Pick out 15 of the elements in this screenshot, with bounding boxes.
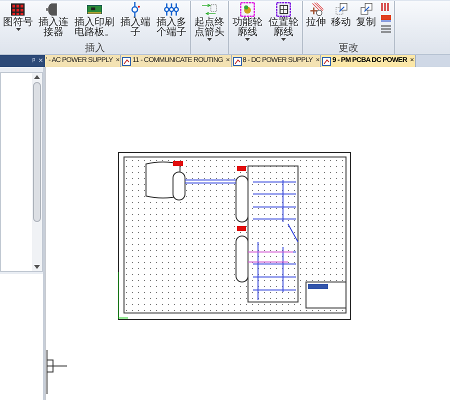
pin-button[interactable]: ᵖ [32, 57, 36, 65]
ribbon-button[interactable]: 插入连接器 [37, 2, 70, 38]
ribbon-button[interactable]: 起点终点箭头 [193, 2, 226, 41]
ribbon-button[interactable]: 功能轮廓线 [231, 2, 264, 41]
ribbon-button[interactable]: 移动 [330, 2, 352, 28]
ribbon-button[interactable]: 位置轮廓线 [267, 2, 300, 41]
close-button[interactable]: × [38, 57, 43, 65]
ribbon-button[interactable]: 拉伸 [305, 2, 327, 28]
ribbon-button[interactable]: 图符号 [2, 2, 34, 31]
ribbon-button[interactable]: 复制 [355, 2, 377, 28]
group-label: 更改 [338, 44, 358, 54]
group-label: 插入 [85, 44, 105, 54]
ribbon-button[interactable]: 插入多个端子 [155, 2, 188, 38]
ribbon-button[interactable]: 插入端子 [119, 2, 152, 38]
ribbon-button[interactable]: 插入印刷电路板。 [73, 2, 116, 38]
